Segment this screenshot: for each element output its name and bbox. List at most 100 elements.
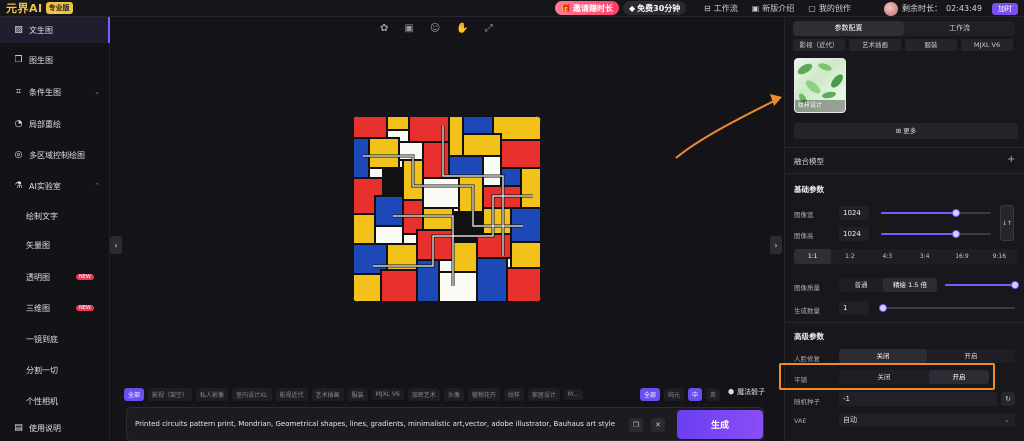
tag-item[interactable]: 私人影像 [196,388,229,401]
slider-knob[interactable] [879,304,887,312]
nav-my-creations[interactable]: ▢ 我的创作 [808,3,851,14]
user-area: 剩余时长： 02:43:49 加时 [884,0,1018,17]
tag-item[interactable]: 室内设计XL [232,388,272,401]
tag-item[interactable]: 服装 [347,388,368,401]
sidebar-item-camera[interactable]: 个性相机 [0,388,110,414]
free-time-button[interactable]: ◆ 免费30分钟 [622,1,687,15]
emoji-icon[interactable]: ☺ [430,23,440,34]
more-styles-button[interactable]: ⊞ 更多 [794,123,1018,139]
generated-image[interactable] [353,116,541,302]
style-chip[interactable]: MJXL V6 [961,39,1013,51]
style-chip[interactable]: 服装 [905,39,957,51]
sidebar-item-transparent[interactable]: 透明图 NEW [0,264,110,290]
ratio-option[interactable]: 16:9 [943,249,980,264]
refresh-seed-button[interactable]: ↻ [1001,392,1015,406]
sidebar-item-one-shot[interactable]: 一镜到底 [0,326,110,352]
copy-icon: ❐ [632,421,640,429]
ratio-option[interactable]: 9:16 [981,249,1018,264]
ratio-option[interactable]: 1:2 [831,249,868,264]
avatar[interactable] [884,1,898,16]
new-badge: NEW [76,274,94,280]
collapse-right-button[interactable]: › [770,236,782,254]
face-fix-off[interactable]: 关闭 [839,349,927,363]
ratio-option[interactable]: 4:3 [869,249,906,264]
clear-button[interactable]: ✕ [651,418,665,432]
width-input[interactable]: 1024 [839,206,869,220]
tag-all[interactable]: 全部 [124,388,145,401]
image-icon: ▨ [14,24,23,35]
tab-params[interactable]: 参数配置 [793,21,904,36]
sidebar-item-draw-text[interactable]: 绘制文字 [0,203,110,229]
save-icon[interactable]: ▣ [404,23,413,34]
ratio-option[interactable]: 3:4 [906,249,943,264]
sidebar-item-help[interactable]: ▤ 使用说明 [0,415,110,441]
magic-dice-button[interactable]: ⬢ 魔法骰子 [728,387,765,397]
count-input[interactable]: 1 [839,301,869,315]
tag-item[interactable]: 艺术插画 [311,388,344,401]
tag-item[interactable]: MJXL V6 [371,389,404,400]
sidebar-item-multi-region[interactable]: ◎ 多区域控制绘图 [0,142,110,168]
ratio-option[interactable]: 1:1 [794,249,832,264]
count-slider[interactable] [879,304,1015,312]
invite-button[interactable]: 🎁 邀请赚时长 [555,1,619,15]
gift-icon: 🎁 [561,3,571,13]
sidebar-item-ai-lab[interactable]: ⚗ AI实验室 ⌃ [0,173,110,199]
face-fix-on[interactable]: 开启 [927,349,1015,363]
lang-tag-zh[interactable]: 中 [688,388,703,401]
style-chip[interactable]: 影视（近代） [793,39,845,51]
tag-item[interactable]: 影视（架空） [148,388,193,401]
lang-tag-all[interactable]: 全部 [640,388,661,401]
fusion-model-title[interactable]: 融合模型 [794,156,824,167]
quality-fine[interactable]: 精绘 1.5 倍 [883,278,937,292]
vae-value: 自动 [843,416,857,424]
fullscreen-icon[interactable]: ⤢ [485,23,493,34]
collapse-left-button[interactable]: ‹ [110,236,122,254]
width-slider[interactable] [881,209,991,217]
style-chip[interactable]: 艺术插画 [849,39,901,51]
sidebar-item-conditional[interactable]: ⌗ 条件生图 ⌄ [0,79,110,105]
prompt-box[interactable]: Printed circuits pattern print, Mondrian… [126,407,764,441]
hand-icon[interactable]: ✋ [456,23,468,34]
tag-item[interactable]: 纹样 [503,388,524,401]
tab-workflow[interactable]: 工作流 [904,21,1015,36]
slider-knob[interactable] [1011,281,1019,289]
invite-label: 邀请赚时长 [572,3,613,13]
palette-icon[interactable]: ✿ [380,23,388,34]
height-slider[interactable] [881,230,991,238]
sidebar-item-text-to-image[interactable]: ▨ 文生图 [0,17,110,43]
selected-style-thumb[interactable]: 纹样设计 [794,58,846,113]
quality-slider[interactable] [945,281,1019,289]
height-input[interactable]: 1024 [839,227,869,241]
tag-item[interactable]: 头像 [443,388,464,401]
quality-normal[interactable]: 普通 [839,278,883,292]
tag-item[interactable]: 家居设计 [527,388,560,401]
tag-item[interactable]: 影视近代 [275,388,308,401]
seed-input[interactable]: -1 [839,392,997,406]
sidebar-item-3d[interactable]: 三维图 NEW [0,295,110,321]
copy-button[interactable]: ❐ [629,418,643,432]
tag-item[interactable]: 加密艺术 [407,388,440,401]
plus-icon[interactable]: + [1007,154,1015,165]
slider-knob[interactable] [952,230,960,238]
swap-dimensions-button[interactable]: ↓↑ [1000,205,1014,241]
lang-tag-en[interactable]: 英 [706,388,721,401]
renew-button[interactable]: 加时 [991,2,1018,15]
slider-knob[interactable] [952,209,960,217]
sidebar-item-vector[interactable]: 矢量图 [0,232,110,258]
tag-item[interactable]: M... [563,389,583,400]
chevron-up-icon: ⌃ [94,182,100,190]
sidebar-item-image-to-image[interactable]: ❐ 图生图 [0,47,110,73]
sidebar-item-segment[interactable]: 分割一切 [0,357,110,383]
tag-item[interactable]: 植物花卉 [467,388,500,401]
sidebar-item-inpaint[interactable]: ◔ 局部重绘 [0,111,110,137]
vae-select[interactable]: 自动 ⌄ [839,413,1015,427]
logo[interactable]: 元界AI 专业版 [0,0,110,16]
chevron-left-icon: ‹ [114,240,118,250]
lang-tag-pure[interactable]: 纯元 [664,388,685,401]
panel-tabs: 参数配置 工作流 [793,21,1015,36]
nav-workflow[interactable]: ⊟ 工作流 [704,3,738,14]
prompt-input[interactable]: Printed circuits pattern print, Mondrian… [135,420,615,428]
sidebar-item-label: AI实验室 [29,181,61,191]
nav-new-intro[interactable]: ▣ 新版介绍 [752,3,795,14]
generate-button[interactable]: 生成 [677,410,763,439]
